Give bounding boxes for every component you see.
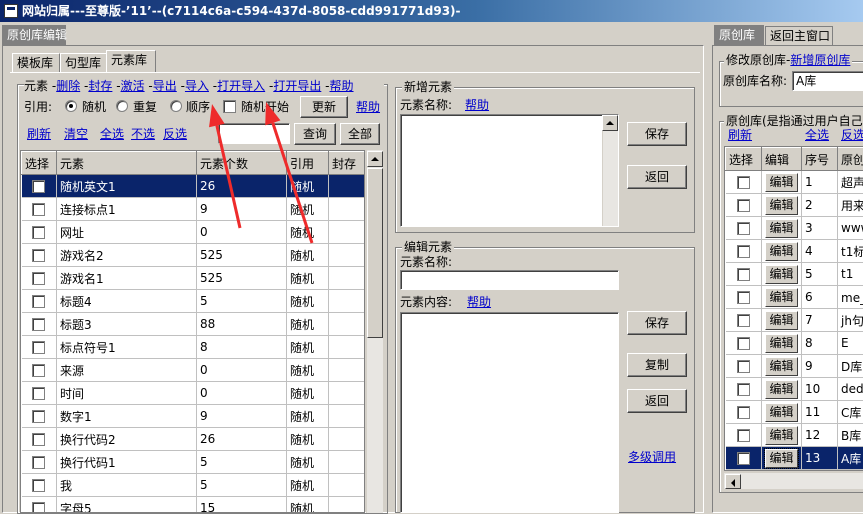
annotation-arrow-import — [209, 104, 240, 228]
annotation-arrows — [0, 0, 863, 513]
annotation-arrow-open-import — [265, 102, 312, 243]
